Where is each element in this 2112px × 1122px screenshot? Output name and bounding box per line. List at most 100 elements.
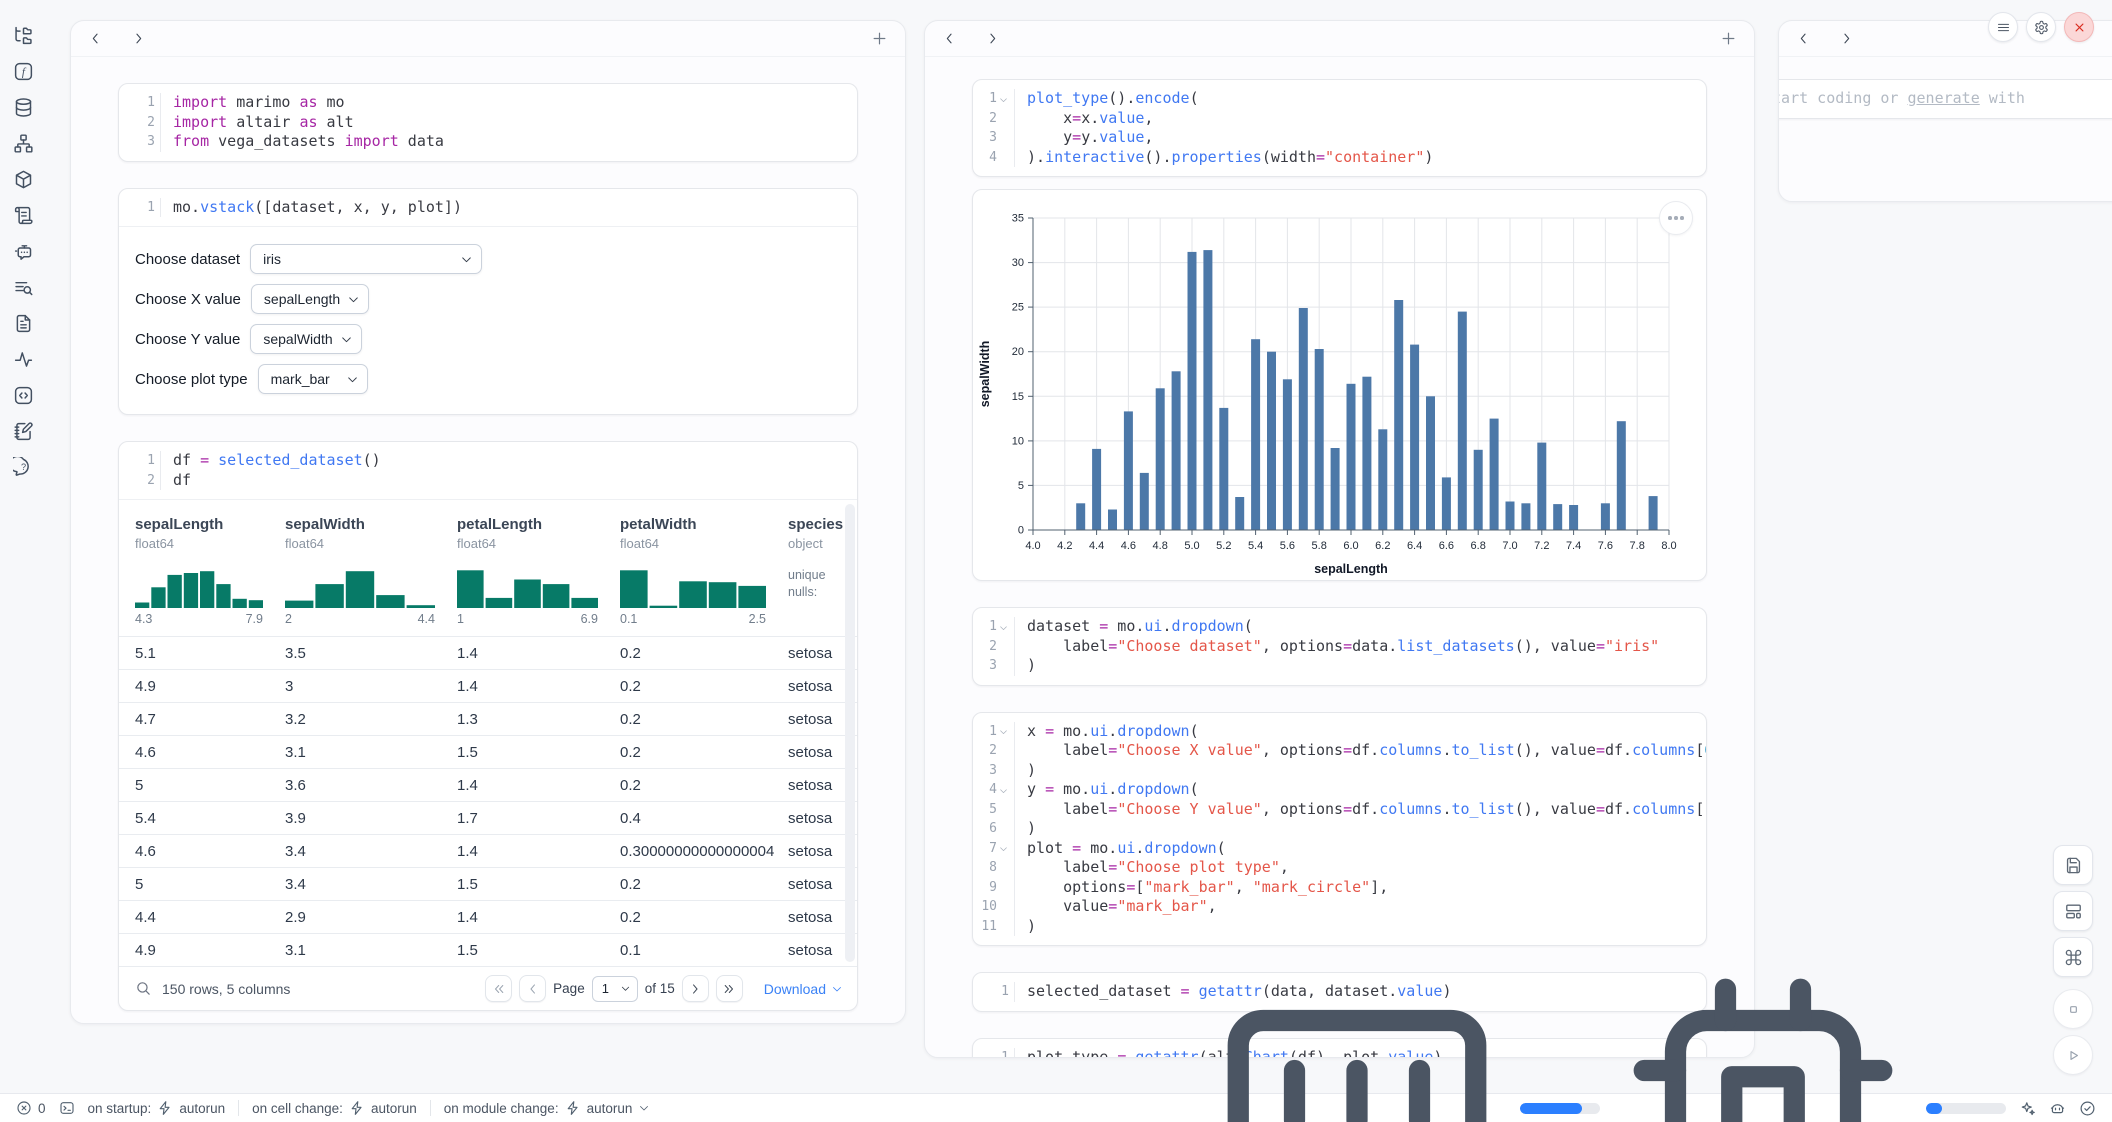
table-column-header[interactable]: petalLengthfloat6416.9: [457, 516, 620, 626]
save-button[interactable]: [2053, 845, 2093, 885]
error-count[interactable]: 0: [16, 1100, 46, 1116]
prev-page-button[interactable]: [519, 975, 546, 1002]
last-page-button[interactable]: [716, 975, 743, 1002]
code-token: =: [200, 451, 209, 469]
table-cell: 4.6: [135, 843, 285, 860]
table-row[interactable]: 4.931.40.2setosa: [119, 669, 857, 702]
code-editor[interactable]: 1import marimo as mo2import altair as al…: [119, 84, 857, 161]
column-prev-button[interactable]: [1796, 31, 1811, 46]
line-number-gutter: 3: [973, 128, 1015, 148]
column-next-button[interactable]: [131, 31, 146, 46]
search-icon[interactable]: [135, 980, 152, 997]
choose-plot-type-select[interactable]: mark_bar: [258, 364, 368, 394]
table-row[interactable]: 4.42.91.40.2setosa: [119, 900, 857, 933]
table-row[interactable]: 53.41.50.2setosa: [119, 867, 857, 900]
sidebar-item-file-tree[interactable]: [8, 24, 38, 46]
column-dtype: float64: [285, 536, 457, 551]
table-row[interactable]: 5.43.91.70.4setosa: [119, 801, 857, 834]
runtime-setting-2[interactable]: on cell change:autorun: [252, 1100, 417, 1116]
table-column-header[interactable]: sepalLengthfloat644.37.9: [135, 516, 285, 626]
copilot-button[interactable]: [2049, 1100, 2066, 1117]
fold-chevron-icon[interactable]: [998, 95, 1009, 105]
line-number-gutter: 2: [973, 637, 1015, 657]
runtime-setting-3[interactable]: on module change:autorun: [444, 1100, 651, 1116]
generate-with-ai-link[interactable]: generate: [1908, 89, 1980, 107]
download-button[interactable]: Download: [764, 981, 843, 997]
choose-y-value-select[interactable]: sepalWidth: [250, 324, 362, 354]
code-token: label: [1027, 800, 1108, 818]
table-row[interactable]: 4.63.11.50.2setosa: [119, 735, 857, 768]
sidebar-item-tracer[interactable]: [8, 348, 38, 370]
add-cell-button[interactable]: [1720, 30, 1737, 47]
scratchpad-icon: [13, 421, 34, 442]
sidebar-item-function[interactable]: f: [8, 60, 38, 82]
code-token: "container": [1325, 148, 1424, 166]
code-editor[interactable]: 1df = selected_dataset()2df: [119, 442, 857, 499]
bar-chart[interactable]: 4.04.24.44.64.85.05.25.45.65.86.06.26.46…: [973, 190, 1706, 580]
table-cell: 4.4: [135, 909, 285, 926]
layout-button[interactable]: [2053, 891, 2093, 931]
settings-button[interactable]: [2026, 12, 2056, 42]
next-page-button[interactable]: [682, 975, 709, 1002]
sidebar-item-script[interactable]: [8, 204, 38, 226]
code-token: properties: [1172, 148, 1262, 166]
sidebar-item-chat[interactable]: [8, 240, 38, 262]
page-select-value: 1: [602, 981, 609, 996]
page-count-label: of 15: [645, 981, 675, 996]
fold-chevron-icon[interactable]: [998, 786, 1009, 796]
code-editor[interactable]: 1Start coding or generate with: [1778, 80, 2112, 118]
code-editor[interactable]: 1mo.vstack([dataset, x, y, plot]): [119, 189, 857, 227]
column-prev-button[interactable]: [88, 31, 103, 46]
fold-chevron-icon[interactable]: [998, 844, 1009, 854]
sidebar-item-database[interactable]: [8, 96, 38, 118]
table-row[interactable]: 53.61.40.2setosa: [119, 768, 857, 801]
table-column-header[interactable]: sepalWidthfloat6424.4: [285, 516, 457, 626]
table-row[interactable]: 4.63.41.40.30000000000000004setosa: [119, 834, 857, 867]
column-next-button[interactable]: [1839, 31, 1854, 46]
add-cell-button[interactable]: [871, 30, 888, 47]
column-next-button[interactable]: [985, 31, 1000, 46]
first-page-button[interactable]: [485, 975, 512, 1002]
fold-chevron-icon[interactable]: [998, 623, 1009, 633]
close-button[interactable]: [2064, 12, 2094, 42]
column-range: 4.37.9: [135, 612, 263, 626]
terminal-button[interactable]: [59, 1100, 75, 1116]
sidebar-item-snippets[interactable]: [8, 384, 38, 406]
sidebar-item-dependency-graph[interactable]: [8, 132, 38, 154]
code-text: import marimo as mo: [161, 93, 345, 113]
column-prev-button[interactable]: [942, 31, 957, 46]
column-2-header: [925, 21, 1754, 57]
fold-chevron-icon[interactable]: [998, 727, 1009, 737]
table-row[interactable]: 4.73.21.30.2setosa: [119, 702, 857, 735]
bolt-icon: [565, 1100, 581, 1116]
table-scrollbar[interactable]: [845, 504, 855, 962]
sidebar-item-scratchpad[interactable]: [8, 420, 38, 442]
page-select[interactable]: 1: [592, 976, 638, 1002]
sidebar-item-documentation[interactable]: [8, 312, 38, 334]
runtime-setting-1[interactable]: on startup:autorun: [88, 1100, 226, 1116]
check-circle-button[interactable]: [2079, 1100, 2096, 1117]
sidebar-item-logs[interactable]: [8, 276, 38, 298]
table-scroll-area[interactable]: sepalLengthfloat644.37.9sepalWidthfloat6…: [119, 500, 857, 966]
choose-dataset-select[interactable]: iris: [250, 244, 482, 274]
table-column-header[interactable]: petalWidthfloat640.12.5: [620, 516, 788, 626]
menu-button[interactable]: [1988, 12, 2018, 42]
table-row[interactable]: 5.13.51.40.2setosa: [119, 636, 857, 669]
sidebar-item-package[interactable]: [8, 168, 38, 190]
svg-text:7.0: 7.0: [1502, 540, 1517, 552]
svg-text:?: ?: [20, 462, 25, 472]
sidebar-item-help[interactable]: ?: [8, 456, 38, 478]
table-cell: 1.4: [457, 909, 620, 926]
line-number-gutter: 1: [973, 982, 1015, 1002]
code-line: 2 label="Choose dataset", options=data.l…: [973, 637, 1706, 657]
code-editor[interactable]: 1x = mo.ui.dropdown(2 label="Choose X va…: [973, 713, 1706, 946]
chart-actions-button[interactable]: [1659, 201, 1693, 235]
chevron-down-icon: [460, 253, 473, 266]
sparkles-button[interactable]: [2019, 1100, 2036, 1117]
code-token: mo.: [173, 198, 200, 216]
code-editor[interactable]: 1dataset = mo.ui.dropdown(2 label="Choos…: [973, 608, 1706, 685]
choose-x-value-select[interactable]: sepalLength: [251, 284, 369, 314]
code-editor[interactable]: 1plot_type().encode(2 x=x.value,3 y=y.va…: [973, 80, 1706, 176]
code-text: ): [1015, 819, 1036, 839]
table-row[interactable]: 4.93.11.50.1setosa: [119, 933, 857, 966]
